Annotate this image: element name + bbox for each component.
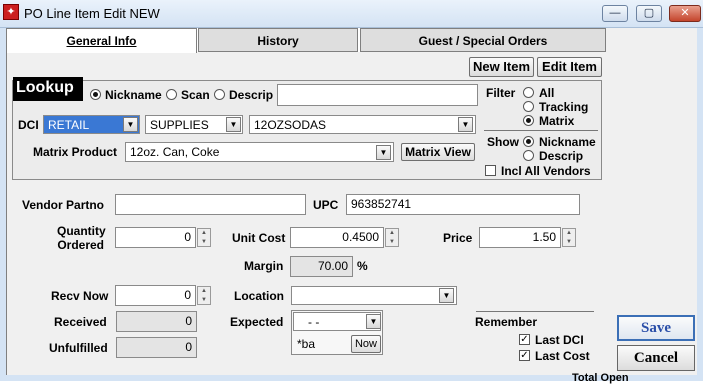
price-stepper[interactable]: ▲ ▼ [562, 228, 576, 247]
price-input[interactable]: 1.50 [479, 227, 561, 248]
upc-input[interactable]: 963852741 [346, 194, 580, 215]
tab-guest-special-orders[interactable]: Guest / Special Orders [360, 28, 606, 52]
margin-value: 70.00 [290, 256, 353, 277]
show-nickname-radio[interactable] [523, 136, 534, 147]
lookup-title: Lookup [13, 77, 83, 101]
quantity-ordered-label-line1: Quantity [57, 224, 106, 238]
app-logo-icon[interactable]: ✦ [3, 4, 19, 20]
maximize-button[interactable]: ▢ [636, 5, 662, 22]
filter-matrix-radio[interactable] [523, 115, 534, 126]
upc-label: UPC [313, 198, 339, 212]
recv-now-stepper[interactable]: ▲ ▼ [197, 286, 211, 305]
incl-all-vendors-label: Incl All Vendors [501, 164, 591, 178]
matrix-product-value: 12oz. Can, Coke [130, 145, 220, 159]
unit-cost-label: Unit Cost [232, 231, 286, 245]
scan-radio[interactable] [166, 89, 177, 100]
unfulfilled-label: Unfulfilled [49, 341, 108, 355]
expected-label: Expected [230, 315, 284, 329]
filter-tracking-radio[interactable] [523, 101, 534, 112]
matrix-product-label: Matrix Product [33, 145, 118, 159]
window-frame-right [697, 28, 703, 381]
chevron-down-icon[interactable]: ▼ [226, 117, 241, 132]
remember-title: Remember [475, 315, 538, 329]
up-arrow-icon[interactable]: ▲ [198, 287, 210, 295]
descrip-radio-label: Descrip [229, 88, 274, 102]
unfulfilled-value: 0 [116, 337, 197, 358]
chevron-down-icon[interactable]: ▼ [458, 117, 473, 132]
show-label: Show [487, 135, 519, 149]
chevron-down-icon[interactable]: ▼ [376, 145, 391, 160]
margin-unit: % [357, 259, 368, 273]
remember-divider [476, 311, 594, 312]
filter-divider [484, 130, 598, 131]
last-cost-label: Last Cost [535, 349, 590, 363]
show-descrip-label: Descrip [539, 149, 584, 163]
show-descrip-radio[interactable] [523, 150, 534, 161]
last-dci-checkbox[interactable]: ✓ [519, 334, 530, 345]
nickname-radio[interactable] [90, 89, 101, 100]
show-nickname-label: Nickname [539, 135, 596, 149]
quantity-ordered-stepper[interactable]: ▲ ▼ [197, 228, 211, 247]
up-arrow-icon[interactable]: ▲ [386, 229, 398, 237]
chevron-down-icon[interactable]: ▼ [439, 288, 454, 303]
lookup-search-input[interactable] [277, 84, 478, 106]
unit-cost-input[interactable]: 0.4500 [290, 227, 384, 248]
filter-all-radio[interactable] [523, 87, 534, 98]
cancel-button[interactable]: Cancel [617, 345, 695, 371]
scan-radio-label: Scan [181, 88, 210, 102]
now-button[interactable]: Now [351, 335, 381, 353]
down-arrow-icon[interactable]: ▼ [386, 238, 398, 246]
window-title: PO Line Item Edit NEW [24, 6, 160, 21]
unit-cost-stepper[interactable]: ▲ ▼ [385, 228, 399, 247]
expected-date-value: - - [308, 315, 320, 329]
expected-note: *ba [297, 337, 316, 351]
filter-all-label: All [539, 86, 555, 100]
tab-general-info[interactable]: General Info [6, 28, 197, 53]
down-arrow-icon[interactable]: ▼ [198, 238, 210, 246]
nickname-radio-label: Nickname [105, 88, 162, 102]
filter-matrix-label: Matrix [539, 114, 575, 128]
up-arrow-icon[interactable]: ▲ [563, 229, 575, 237]
down-arrow-icon[interactable]: ▼ [198, 296, 210, 304]
received-label: Received [54, 315, 107, 329]
dci-department-value: RETAIL [48, 118, 90, 132]
last-dci-label: Last DCI [535, 333, 584, 347]
last-cost-checkbox[interactable]: ✓ [519, 350, 530, 361]
dci-item-select[interactable]: 12OZSODAS [249, 115, 476, 134]
incl-all-vendors-checkbox[interactable] [485, 165, 496, 176]
vendor-partno-input[interactable] [115, 194, 306, 215]
chevron-down-icon[interactable]: ▼ [123, 117, 138, 132]
close-button[interactable]: ✕ [669, 5, 701, 22]
tab-history[interactable]: History [198, 28, 358, 52]
dci-class-value: SUPPLIES [150, 118, 209, 132]
quantity-ordered-input[interactable]: 0 [115, 227, 196, 248]
descrip-radio[interactable] [214, 89, 225, 100]
save-button[interactable]: Save [617, 315, 695, 341]
new-item-button[interactable]: New Item [469, 57, 534, 77]
quantity-ordered-label-line2: Ordered [57, 238, 104, 252]
recv-now-input[interactable]: 0 [115, 285, 196, 306]
tab-label: General Info [66, 34, 137, 48]
recv-now-label: Recv Now [51, 289, 109, 303]
down-arrow-icon[interactable]: ▼ [563, 238, 575, 246]
margin-label: Margin [244, 259, 284, 273]
minimize-button[interactable]: — [602, 5, 628, 22]
filter-tracking-label: Tracking [539, 100, 589, 114]
dci-label: DCI [18, 118, 39, 132]
matrix-view-button[interactable]: Matrix View [401, 143, 475, 161]
received-value: 0 [116, 311, 197, 332]
total-open-label: Total Open [572, 372, 629, 384]
location-label: Location [234, 289, 284, 303]
up-arrow-icon[interactable]: ▲ [198, 229, 210, 237]
chevron-down-icon[interactable]: ▼ [366, 314, 381, 329]
matrix-product-select[interactable]: 12oz. Can, Coke [125, 142, 394, 162]
edit-item-button[interactable]: Edit Item [537, 57, 602, 77]
price-label: Price [443, 231, 473, 245]
filter-label: Filter [486, 86, 516, 100]
vendor-partno-label: Vendor Partno [22, 198, 105, 212]
location-select[interactable] [291, 286, 457, 305]
dci-item-value: 12OZSODAS [254, 118, 327, 132]
